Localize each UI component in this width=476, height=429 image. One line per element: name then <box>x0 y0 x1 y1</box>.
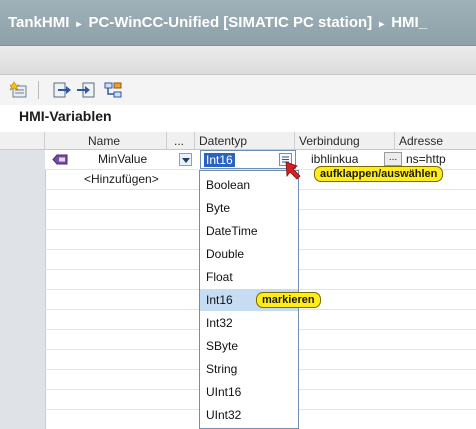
title-bar: TankHMI ▸ PC-WinCC-Unified [SIMATIC PC sta… <box>0 0 476 46</box>
breadcrumb-item-device[interactable]: PC-WinCC-Unified [SIMATIC PC station] <box>88 14 372 31</box>
add-new-tag[interactable]: <Hinzufügen> <box>84 170 159 189</box>
connection-browse-button[interactable]: ... <box>384 152 402 166</box>
breadcrumb-separator: ▸ <box>379 19 385 30</box>
datatype-option[interactable]: String <box>200 358 298 380</box>
breadcrumb-item-project[interactable]: TankHMI <box>8 14 69 31</box>
column-header-more[interactable]: ... <box>167 132 195 150</box>
column-header-datatype[interactable]: Datentyp <box>195 132 295 150</box>
row-gutter <box>0 150 46 429</box>
datatype-option[interactable]: UInt32 <box>200 404 298 426</box>
datatype-option[interactable]: Int32 <box>200 312 298 334</box>
tag-name[interactable]: MinValue <box>98 150 147 169</box>
export-icon[interactable] <box>52 81 72 99</box>
import-icon[interactable] <box>76 81 96 99</box>
row-dropdown-button[interactable] <box>179 153 192 166</box>
datatype-option[interactable]: Byte <box>200 197 298 219</box>
sub-header-bar <box>0 46 476 75</box>
datatype-option[interactable]: Double <box>200 243 298 265</box>
add-tag-icon[interactable] <box>8 81 30 99</box>
datatype-option[interactable]: Float <box>200 266 298 288</box>
datatype-field[interactable]: Int16 <box>200 150 296 169</box>
toolbar-separator <box>38 81 39 99</box>
cross-reference-icon[interactable] <box>103 81 123 99</box>
breadcrumb: TankHMI ▸ PC-WinCC-Unified [SIMATIC PC sta… <box>8 14 427 31</box>
page-title: HMI-Variablen <box>19 108 112 124</box>
column-header-address[interactable]: Adresse <box>395 132 476 150</box>
datatype-option[interactable]: UInt16 <box>200 381 298 403</box>
callout-expand-select: aufklappen/auswählen <box>314 166 444 182</box>
column-header-name[interactable]: Name <box>45 132 167 150</box>
datatype-option[interactable]: SByte <box>200 335 298 357</box>
breadcrumb-item-hmi[interactable]: HMI_ <box>391 14 427 31</box>
header-row-selector <box>0 132 45 150</box>
breadcrumb-separator: ▸ <box>76 19 82 30</box>
callout-mark: markieren <box>256 292 321 308</box>
datatype-value: Int16 <box>204 153 235 167</box>
datatype-option[interactable]: DateTime <box>200 220 298 242</box>
column-header-connection[interactable]: Verbindung <box>295 132 395 150</box>
toolbar <box>0 75 476 105</box>
tag-icon <box>52 150 68 169</box>
